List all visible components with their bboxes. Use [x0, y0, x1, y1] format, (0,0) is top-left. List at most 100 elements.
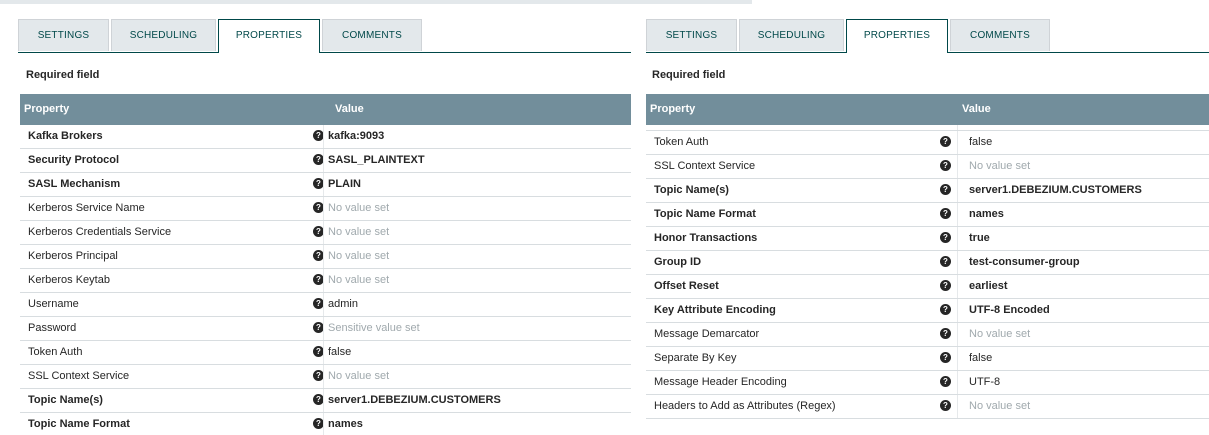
tab-settings[interactable]: SETTINGS — [18, 19, 109, 51]
tab-properties[interactable]: PROPERTIES — [218, 19, 320, 53]
property-value[interactable]: UTF-8 — [969, 376, 1000, 388]
property-value[interactable]: server1.DEBEZIUM.CUSTOMERS — [328, 394, 501, 406]
property-value[interactable]: names — [969, 208, 1004, 220]
property-value[interactable]: No value set — [328, 250, 389, 262]
table-row[interactable]: Honor Transactions? true — [646, 227, 1209, 251]
property-name: Kerberos Principal — [28, 250, 118, 262]
property-value[interactable]: names — [328, 418, 363, 430]
question-circle-icon[interactable]: ? — [940, 184, 951, 195]
table-row[interactable]: Kafka Brokers? kafka:9093 — [20, 125, 631, 149]
property-value[interactable]: false — [969, 352, 992, 364]
table-row[interactable]: Kerberos Credentials Service? No value se… — [20, 221, 631, 245]
tab-properties[interactable]: PROPERTIES — [846, 19, 948, 53]
property-name: Topic Name Format — [28, 418, 130, 430]
property-value[interactable]: earliest — [969, 280, 1008, 292]
property-value[interactable]: No value set — [328, 226, 389, 238]
column-divider — [323, 317, 324, 340]
table-row[interactable]: Message Demarcator? No value set — [646, 323, 1209, 347]
property-value[interactable]: Sensitive value set — [328, 322, 420, 334]
property-value[interactable]: SASL_PLAINTEXT — [328, 154, 425, 166]
property-name: Topic Name(s) — [654, 184, 729, 196]
property-name: SASL Mechanism — [28, 178, 121, 190]
tab-comments[interactable]: COMMENTS — [950, 19, 1050, 51]
column-divider — [323, 245, 324, 268]
column-divider — [957, 203, 958, 226]
column-divider — [957, 251, 958, 274]
table-row[interactable]: Kerberos Principal? No value set — [20, 245, 631, 269]
property-value[interactable]: No value set — [328, 370, 389, 382]
tab-settings[interactable]: SETTINGS — [646, 19, 737, 51]
property-name: Honor Transactions — [654, 232, 758, 244]
property-value[interactable]: No value set — [969, 160, 1030, 172]
table-row[interactable]: Password?Sensitive value set — [20, 317, 631, 341]
table-row[interactable]: Key Attribute Encoding? UTF-8 Encoded — [646, 299, 1209, 323]
question-circle-icon[interactable]: ? — [940, 136, 951, 147]
table-row[interactable]: Kerberos Service Name? No value set — [20, 197, 631, 221]
table-row[interactable]: Group ID? test-consumer-group — [646, 251, 1209, 275]
property-name: Kafka Brokers — [28, 130, 103, 142]
tab-comments[interactable]: COMMENTS — [322, 19, 422, 51]
property-name: Offset Reset — [654, 280, 719, 292]
question-circle-icon[interactable]: ? — [940, 304, 951, 315]
property-value[interactable]: UTF-8 Encoded — [969, 304, 1050, 316]
table-row[interactable]: Topic Name(s)? server1.DEBEZIUM.CUSTOMERS — [20, 389, 631, 413]
column-divider — [957, 323, 958, 346]
column-header-property[interactable]: Property — [24, 103, 69, 115]
table-row[interactable]: Kerberos Keytab? No value set — [20, 269, 631, 293]
property-value[interactable]: test-consumer-group — [969, 256, 1080, 268]
tab-bar: SETTINGS SCHEDULING PROPERTIES COMMENTS — [646, 19, 1209, 53]
column-header-value[interactable]: Value — [962, 103, 991, 115]
table-row[interactable]: SSL Context Service? No value set — [646, 155, 1209, 179]
property-value[interactable]: false — [969, 136, 992, 148]
table-row[interactable]: Topic Name(s)? server1.DEBEZIUM.CUSTOMERS — [646, 179, 1209, 203]
property-name: Password — [28, 322, 77, 334]
table-row[interactable]: Topic Name Format? names — [20, 413, 631, 435]
column-divider — [323, 365, 324, 388]
table-row[interactable]: SSL Context Service? No value set — [20, 365, 631, 389]
column-header-property[interactable]: Property — [650, 103, 695, 115]
table-row[interactable]: Separate By Key? false — [646, 347, 1209, 371]
property-name: Username — [28, 298, 79, 310]
property-value[interactable]: kafka:9093 — [328, 130, 384, 142]
property-value[interactable]: No value set — [969, 328, 1030, 340]
table-row[interactable]: Topic Name Format? names — [646, 203, 1209, 227]
table-row[interactable]: Token Auth? false — [646, 131, 1209, 155]
property-value[interactable]: No value set — [328, 202, 389, 214]
question-circle-icon[interactable]: ? — [940, 280, 951, 291]
question-circle-icon[interactable]: ? — [940, 400, 951, 411]
question-circle-icon[interactable]: ? — [940, 328, 951, 339]
column-divider — [957, 299, 958, 322]
question-circle-icon[interactable]: ? — [940, 376, 951, 387]
property-value[interactable]: No value set — [969, 400, 1030, 412]
table-row[interactable]: Token Auth? false — [20, 341, 631, 365]
tab-bar: SETTINGS SCHEDULING PROPERTIES COMMENTS — [18, 19, 631, 53]
property-value[interactable]: true — [969, 232, 990, 244]
property-value[interactable]: PLAIN — [328, 178, 361, 190]
column-divider — [957, 275, 958, 298]
properties-panel-right: SETTINGS SCHEDULING PROPERTIES COMMENTS … — [646, 0, 1209, 435]
table-row[interactable]: Username? admin — [20, 293, 631, 317]
question-circle-icon[interactable]: ? — [940, 256, 951, 267]
question-circle-icon[interactable]: ? — [940, 232, 951, 243]
property-name: Kerberos Service Name — [28, 202, 145, 214]
property-name: Separate By Key — [654, 352, 737, 364]
table-row[interactable]: Headers to Add as Attributes (Regex)? No … — [646, 395, 1209, 419]
table-row[interactable]: Offset Reset? earliest — [646, 275, 1209, 299]
question-circle-icon[interactable]: ? — [940, 208, 951, 219]
tab-scheduling[interactable]: SCHEDULING — [739, 19, 844, 51]
table-row[interactable]: SASL Mechanism? PLAIN — [20, 173, 631, 197]
column-divider — [323, 149, 324, 172]
column-header-value[interactable]: Value — [335, 103, 364, 115]
property-value[interactable]: server1.DEBEZIUM.CUSTOMERS — [969, 184, 1142, 196]
question-circle-icon[interactable]: ? — [940, 160, 951, 171]
tab-scheduling[interactable]: SCHEDULING — [111, 19, 216, 51]
property-value[interactable]: No value set — [328, 274, 389, 286]
table-row[interactable]: Message Header Encoding? UTF-8 — [646, 371, 1209, 395]
property-value[interactable]: admin — [328, 298, 358, 310]
properties-table: Property Value Kafka Brokers? kafka:9093 S… — [20, 94, 631, 435]
property-value[interactable]: false — [328, 346, 351, 358]
property-name: Kerberos Credentials Service — [28, 226, 172, 238]
table-row[interactable]: Security Protocol? SASL_PLAINTEXT — [20, 149, 631, 173]
column-divider — [323, 341, 324, 364]
question-circle-icon[interactable]: ? — [940, 352, 951, 363]
